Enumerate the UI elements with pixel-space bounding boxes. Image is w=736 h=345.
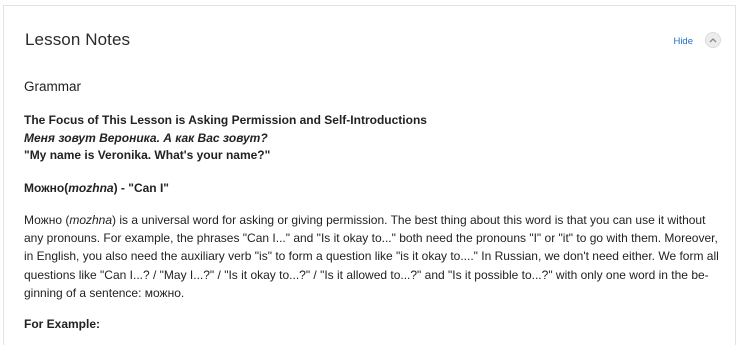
example-label: For Example: <box>24 316 101 331</box>
collapse-button[interactable] <box>705 32 721 48</box>
section-heading: Grammar <box>24 79 81 94</box>
panel-header: Lesson Notes Hide <box>25 30 721 52</box>
para-word: Можно ( <box>24 212 70 227</box>
subhead-word: Можно( <box>24 180 69 195</box>
lesson-focus: The Focus of This Lesson is Asking Permi… <box>24 112 724 165</box>
panel-title: Lesson Notes <box>25 30 131 49</box>
para-translit: mozhna <box>69 212 113 227</box>
explanation-paragraph: Можно (mozhna) is a universal word for a… <box>24 211 724 303</box>
hide-link[interactable]: Hide <box>673 36 693 47</box>
focus-russian: Меня зовут Вероника. А как Вас зовут? <box>24 130 268 145</box>
notes-content: Grammar The Focus of This Lesson is Aski… <box>24 78 724 333</box>
focus-english: "My name is Veronika. What's your name?" <box>24 148 271 162</box>
lesson-notes-panel: Lesson Notes Hide Grammar The Focus of T… <box>3 5 736 345</box>
subhead-translit: mozhna <box>68 180 114 195</box>
para-line-2: any pronouns. For example, the phrases "… <box>24 230 718 245</box>
para-line-1-text: ) is a universal word for asking or givi… <box>112 212 706 227</box>
subheading-mozhna: Можно(mozhna) - "Can I" <box>24 179 724 197</box>
focus-title: The Focus of This Lesson is Asking Permi… <box>24 113 427 127</box>
para-line-5: ginning of a sentence: можно. <box>24 286 185 301</box>
para-line-1: Можно (mozhna) is a universal word for a… <box>24 211 724 229</box>
para-line-4: questions like "Can I...? / "May I...?" … <box>24 267 709 282</box>
chevron-up-icon <box>709 38 717 43</box>
para-line-3: in English, you also need the auxiliary … <box>24 249 719 264</box>
subhead-rest: ) - "Can I" <box>113 180 169 195</box>
